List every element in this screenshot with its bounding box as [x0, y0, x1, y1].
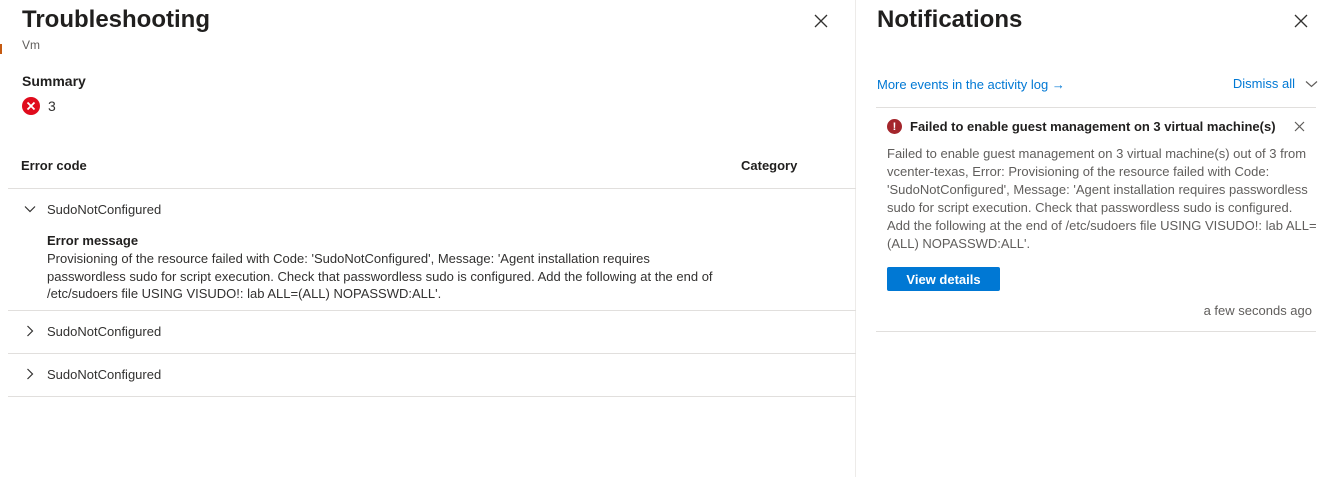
error-code-cell: SudoNotConfigured — [47, 323, 162, 339]
chevron-down-icon[interactable] — [1305, 80, 1318, 88]
chevron-right-icon[interactable] — [20, 366, 40, 382]
notification-dismiss-button[interactable] — [1291, 118, 1307, 134]
error-count: 3 — [48, 98, 56, 114]
notifications-close-button[interactable] — [1291, 11, 1311, 31]
divider — [8, 353, 856, 354]
error-message-label: Error message — [47, 233, 139, 248]
troubleshooting-close-button[interactable] — [811, 11, 831, 31]
error-code-cell: SudoNotConfigured — [47, 201, 162, 217]
notification-header: ! Failed to enable guest management on 3… — [887, 119, 1276, 134]
dismiss-all-control[interactable]: Dismiss all — [1233, 76, 1318, 91]
notification-timestamp: a few seconds ago — [1203, 303, 1312, 318]
notification-body: Failed to enable guest management on 3 v… — [887, 146, 1317, 251]
notifications-panel: Notifications More events in the activit… — [857, 0, 1334, 477]
close-icon — [814, 14, 828, 28]
divider — [876, 107, 1316, 108]
view-details-button[interactable]: View details — [887, 267, 1000, 291]
column-header-category[interactable]: Category — [741, 158, 797, 173]
panel-edge-marker — [0, 44, 2, 54]
summary-row: 3 — [22, 97, 56, 115]
divider — [8, 188, 856, 189]
exclamation-circle-icon: ! — [887, 119, 902, 134]
panel-title: Troubleshooting — [22, 6, 210, 33]
divider — [8, 310, 856, 311]
activity-log-link[interactable]: More events in the activity log → — [877, 77, 1065, 92]
panel-subtitle: Vm — [22, 38, 40, 52]
error-message-text: Provisioning of the resource failed with… — [47, 251, 713, 301]
table-row[interactable]: SudoNotConfigured — [20, 323, 161, 339]
summary-label: Summary — [22, 73, 86, 89]
close-icon — [1294, 121, 1304, 131]
notifications-title: Notifications — [877, 6, 1023, 33]
notification-title: Failed to enable guest management on 3 v… — [910, 119, 1276, 134]
chevron-down-icon[interactable] — [20, 201, 40, 217]
table-row[interactable]: SudoNotConfigured — [20, 201, 161, 217]
dismiss-all-link[interactable]: Dismiss all — [1233, 76, 1295, 91]
divider — [876, 331, 1316, 332]
troubleshooting-panel: Troubleshooting Vm Summary 3 Error code … — [0, 0, 856, 477]
column-header-error-code[interactable]: Error code — [21, 158, 87, 173]
chevron-right-icon[interactable] — [20, 323, 40, 339]
error-code-cell: SudoNotConfigured — [47, 366, 162, 382]
divider — [8, 396, 856, 397]
error-circle-icon — [22, 97, 40, 115]
close-icon — [1294, 14, 1308, 28]
table-row[interactable]: SudoNotConfigured — [20, 366, 161, 382]
